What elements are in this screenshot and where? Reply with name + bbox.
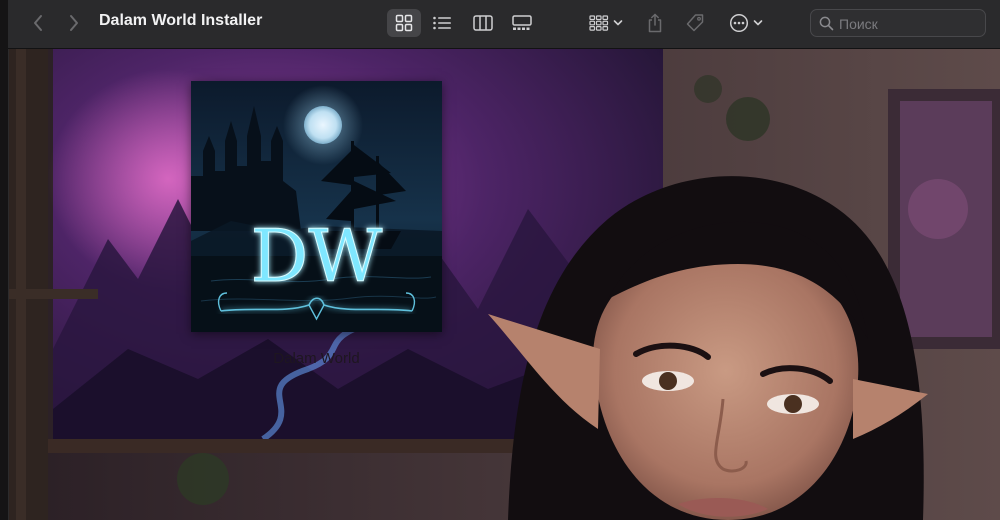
search-input[interactable] [839, 14, 979, 34]
search-field[interactable] [810, 9, 986, 37]
share-button[interactable] [642, 9, 668, 37]
chevron-down-icon [613, 20, 623, 26]
app-icon-monogram: DW [251, 214, 383, 298]
search-icon [819, 16, 834, 31]
more-actions-button[interactable] [726, 9, 766, 37]
window-left-edge [0, 0, 9, 520]
chevron-down-icon [753, 20, 763, 26]
gallery-view-button[interactable] [505, 9, 539, 37]
dalam-world-app-icon[interactable]: DW [191, 81, 442, 332]
column-view-icon [473, 15, 493, 31]
toolbar: Dalam World Installer [8, 0, 1000, 49]
group-button[interactable] [584, 9, 628, 37]
finder-window: Dalam World Installer Поиск DW Dalam Wor… [0, 0, 1000, 520]
tag-button[interactable] [682, 9, 708, 37]
column-view-button[interactable] [466, 9, 500, 37]
tag-icon [686, 14, 704, 32]
gallery-view-icon [512, 15, 532, 30]
list-view-button[interactable] [425, 9, 459, 37]
icon-view-icon [395, 14, 413, 32]
chevron-right-icon [70, 15, 78, 31]
folder-background: DW Dalam World [8, 49, 1000, 520]
app-icon-label[interactable]: Dalam World [191, 350, 442, 367]
group-grid-icon [589, 15, 609, 31]
forward-button[interactable] [62, 9, 86, 37]
icon-view-button[interactable] [387, 9, 421, 37]
back-button[interactable] [26, 9, 50, 37]
share-icon [648, 13, 662, 33]
window-title: Dalam World Installer [99, 12, 263, 29]
chevron-left-icon [34, 15, 42, 31]
background-image [8, 49, 1000, 520]
ellipsis-circle-icon [729, 13, 749, 33]
list-view-icon [433, 16, 451, 30]
